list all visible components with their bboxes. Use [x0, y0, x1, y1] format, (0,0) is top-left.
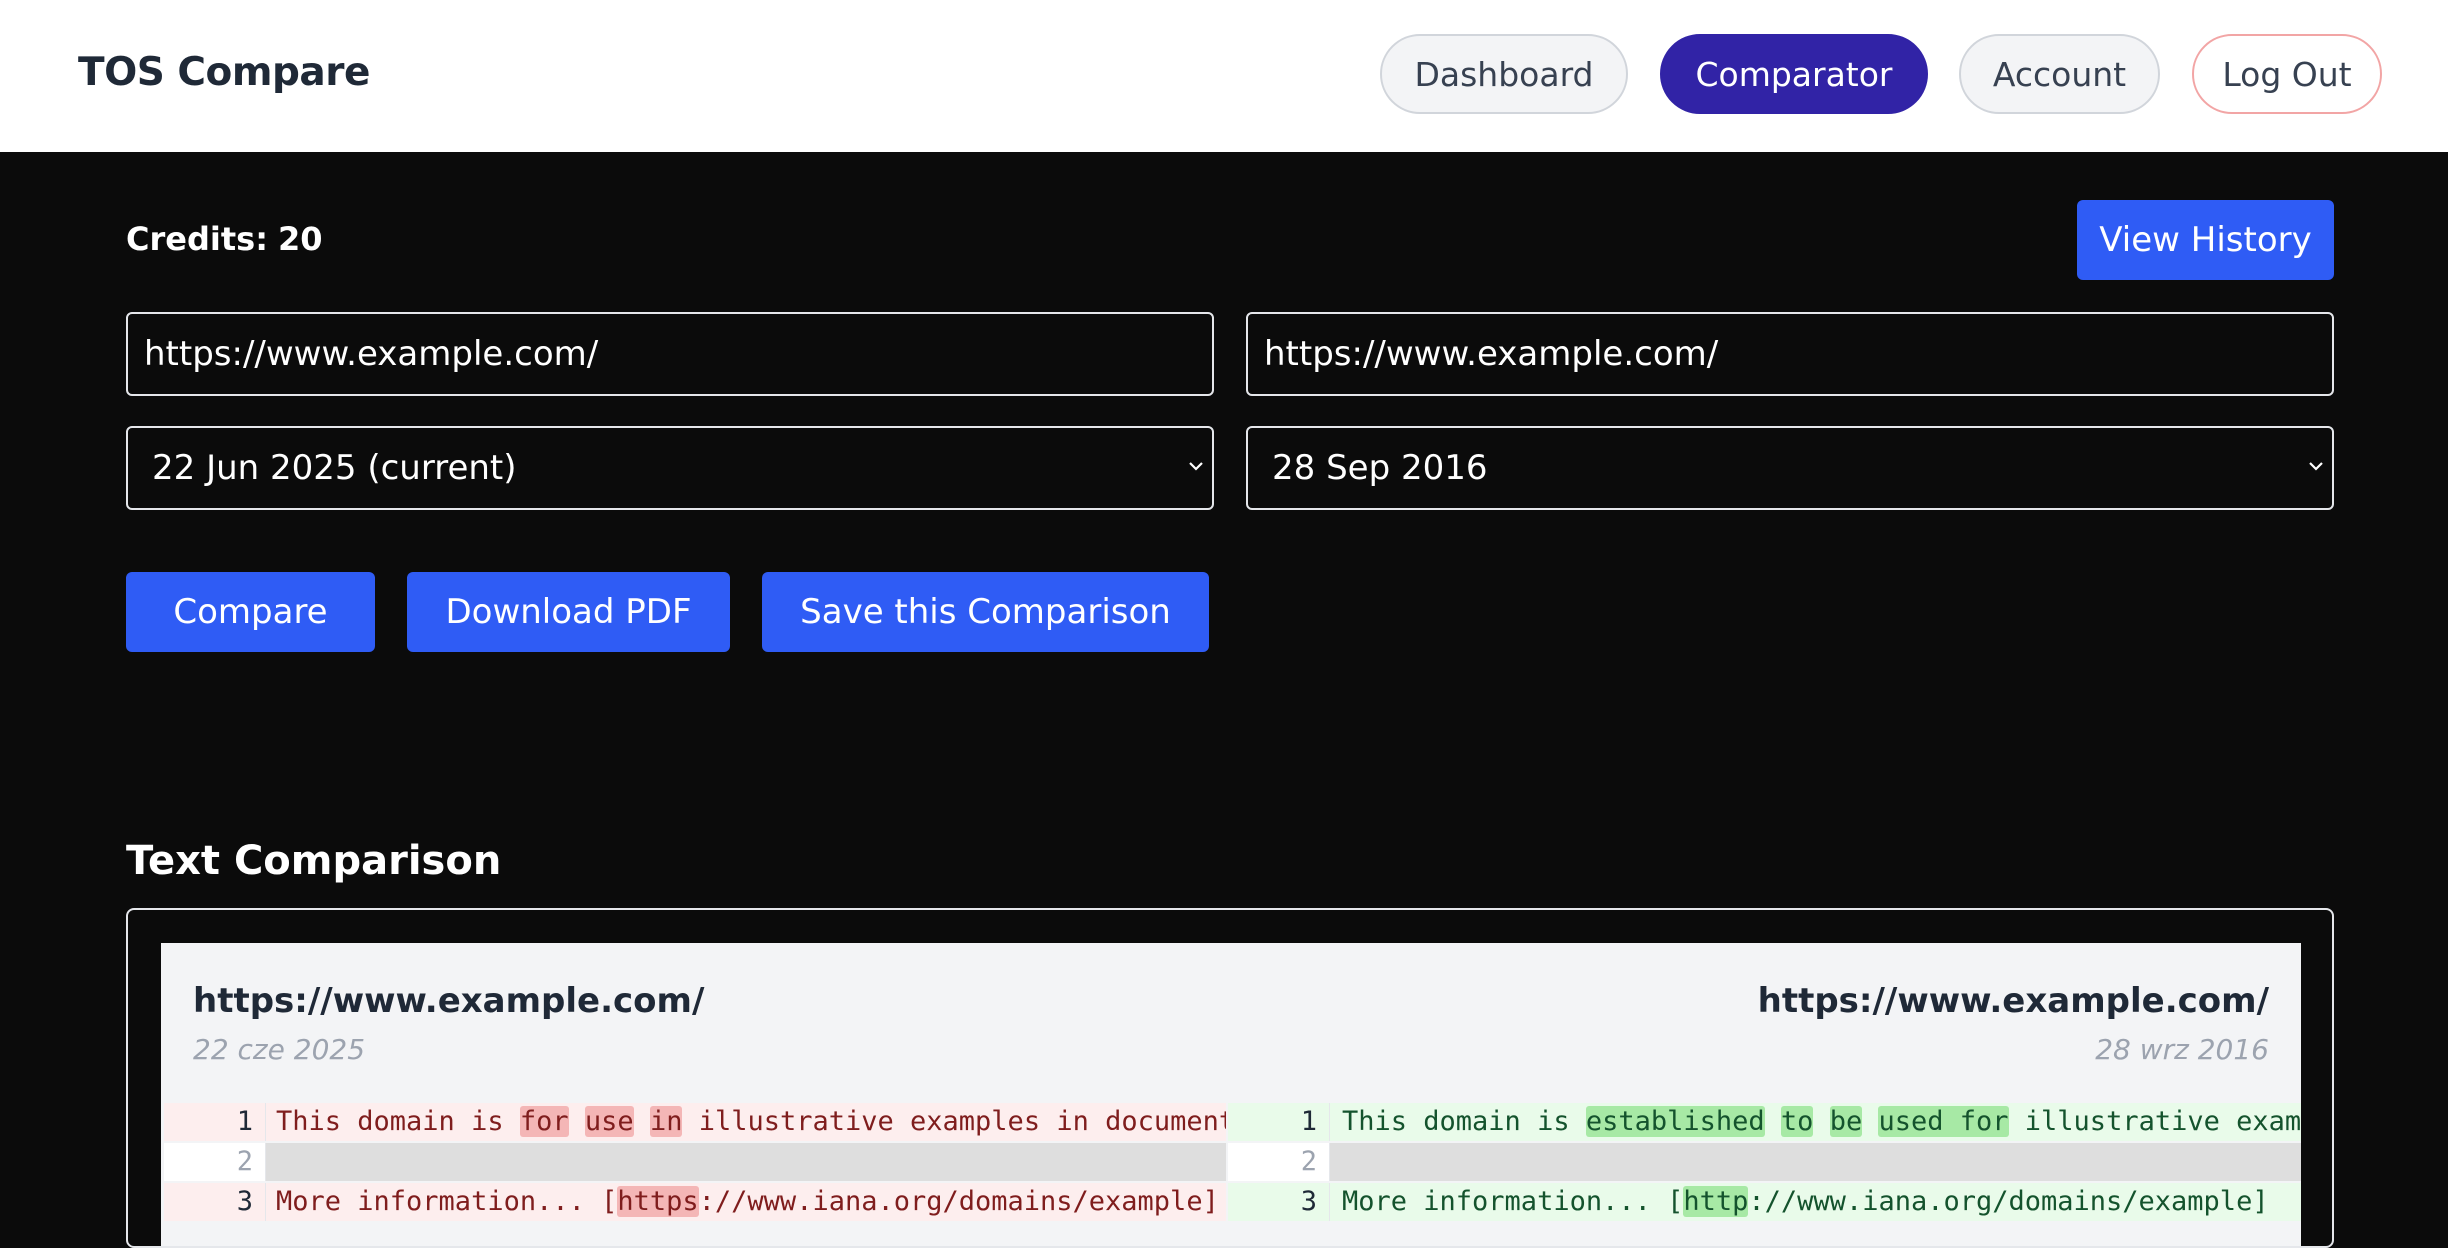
line-text-segment — [1813, 1106, 1829, 1137]
credits-value: 20 — [277, 220, 323, 258]
credits-label: Credits: — [126, 220, 268, 258]
download-pdf-button[interactable]: Download PDF — [407, 572, 730, 652]
line-text-segment — [1765, 1106, 1781, 1137]
line-text-segment — [569, 1106, 585, 1137]
added-text: to — [1780, 1106, 1814, 1137]
line-text-segment — [1862, 1106, 1878, 1137]
app-title: TOS Compare — [78, 50, 370, 95]
right-diff-date: 28 wrz 2016 — [2095, 1033, 2269, 1066]
credits-display: Credits: 20 — [126, 220, 323, 258]
removed-text: for — [519, 1106, 569, 1137]
save-comparison-button[interactable]: Save this Comparison — [762, 572, 1209, 652]
diff-table: 1 This domain is for use in illustrative … — [161, 1103, 2301, 1223]
right-line-number: 3 — [1228, 1183, 1330, 1221]
right-line-number: 2 — [1228, 1143, 1330, 1181]
view-history-button[interactable]: View History — [2077, 200, 2334, 280]
left-date-value: 22 Jun 2025 (current) — [152, 448, 517, 488]
line-text-segment — [634, 1106, 650, 1137]
comparison-container: https://www.example.com/ 22 cze 2025 htt… — [126, 908, 2334, 1248]
right-line-number: 1 — [1228, 1103, 1330, 1141]
added-text: established — [1585, 1106, 1765, 1137]
removed-text: in — [649, 1106, 683, 1137]
nav-dashboard-button[interactable]: Dashboard — [1380, 34, 1628, 114]
right-line-text: This domain is established to be used fo… — [1330, 1103, 2301, 1141]
line-text-segment: This domain is — [1342, 1106, 1586, 1137]
line-text-segment: illustrative examples in documents. — [682, 1106, 1226, 1137]
line-text-segment: This domain is — [276, 1106, 520, 1137]
diff-row: 3 More information... [https://www.iana.o… — [161, 1183, 2301, 1223]
logout-button[interactable]: Log Out — [2192, 34, 2382, 114]
left-line-text: More information... [https://www.iana.or… — [266, 1183, 1226, 1221]
line-text-segment: ://www.iana.org/domains/example] — [698, 1186, 1219, 1217]
line-text-segment: ://www.iana.org/domains/example] — [1748, 1186, 2269, 1217]
added-text: used for — [1878, 1106, 2009, 1137]
left-line-text — [266, 1143, 1226, 1181]
right-date-value: 28 Sep 2016 — [1272, 448, 1488, 488]
removed-text: use — [584, 1106, 634, 1137]
left-line-number: 1 — [164, 1103, 266, 1141]
left-diff-url: https://www.example.com/ — [193, 981, 705, 1021]
top-navbar: TOS Compare Dashboard Comparator Account… — [0, 0, 2448, 152]
right-line-text — [1330, 1143, 2301, 1181]
diff-row: 1 This domain is for use in illustrative … — [161, 1103, 2301, 1143]
line-text-segment: More information... [ — [276, 1186, 618, 1217]
right-url-input[interactable]: https://www.example.com/ — [1246, 312, 2334, 396]
diff-viewer: https://www.example.com/ 22 cze 2025 htt… — [161, 943, 2301, 1246]
left-diff-date: 22 cze 2025 — [193, 1033, 366, 1066]
left-date-select[interactable]: 22 Jun 2025 (current) — [126, 426, 1214, 510]
right-diff-url: https://www.example.com/ — [1757, 981, 2269, 1021]
line-text-segment: More information... [ — [1342, 1186, 1684, 1217]
section-title: Text Comparison — [126, 838, 502, 884]
chevron-down-icon — [2309, 462, 2323, 471]
diff-row: 22 — [161, 1143, 2301, 1183]
added-text: http — [1683, 1186, 1749, 1217]
right-line-text: More information... [http://www.iana.org… — [1330, 1183, 2301, 1221]
left-line-number: 3 — [164, 1183, 266, 1221]
left-url-input[interactable]: https://www.example.com/ — [126, 312, 1214, 396]
right-date-select[interactable]: 28 Sep 2016 — [1246, 426, 2334, 510]
compare-button[interactable]: Compare — [126, 572, 375, 652]
added-text: be — [1829, 1106, 1863, 1137]
nav-account-button[interactable]: Account — [1959, 34, 2160, 114]
left-line-text: This domain is for use in illustrative e… — [266, 1103, 1226, 1141]
chevron-down-icon — [1189, 462, 1203, 471]
removed-text: https — [617, 1186, 699, 1217]
nav-comparator-button[interactable]: Comparator — [1660, 34, 1928, 114]
left-line-number: 2 — [164, 1143, 266, 1181]
line-text-segment: illustrative exampl — [2024, 1106, 2301, 1137]
